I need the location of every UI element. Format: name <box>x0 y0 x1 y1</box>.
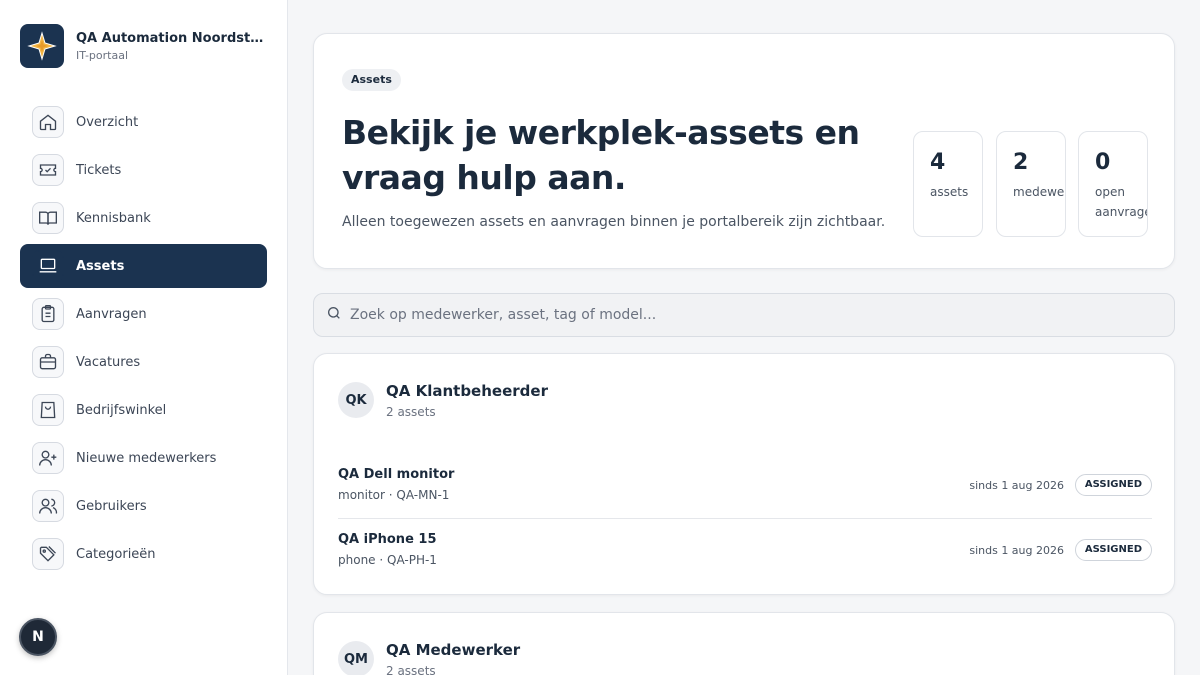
brand-title: QA Automation Noordster T... <box>76 30 272 46</box>
sidebar-item-label: Bedrijfswinkel <box>76 402 167 418</box>
avatar: QK <box>338 382 374 418</box>
sidebar-item-categorieen[interactable]: Categorieën <box>20 532 267 576</box>
home-icon <box>32 106 64 138</box>
stat-open-aanvragen: 0 open aanvragen <box>1078 131 1148 237</box>
sidebar-item-label: Kennisbank <box>76 210 151 226</box>
stat-value: 0 <box>1095 150 1111 175</box>
sidebar-item-label: Gebruikers <box>76 498 147 514</box>
user-plus-icon <box>32 442 64 474</box>
sidebar-item-bedrijfswinkel[interactable]: Bedrijfswinkel <box>20 388 267 432</box>
stat-value: 2 <box>1013 150 1029 175</box>
employee-group-card: QK QA Klantbeheerder 2 assets QA Dell mo… <box>313 353 1175 595</box>
book-icon <box>32 202 64 234</box>
compass-star-icon <box>20 24 64 68</box>
sidebar-item-nieuwe-medewerkers[interactable]: Nieuwe medewerkers <box>20 436 267 480</box>
sidebar: QA Automation Noordster T... IT-portaal … <box>0 0 288 675</box>
users-icon <box>32 490 64 522</box>
brand[interactable]: QA Automation Noordster T... IT-portaal <box>20 24 272 68</box>
sidebar-item-label: Categorieën <box>76 546 156 562</box>
clipboard-list-icon <box>32 298 64 330</box>
sidebar-item-label: Aanvragen <box>76 306 147 322</box>
asset-row[interactable]: QA iPhone 15 phone · QA-PH-1 sinds 1 aug… <box>338 520 1152 584</box>
sidebar-nav: Overzicht Tickets Kennisbank Assets Aanv… <box>20 100 267 580</box>
stat-label: assets <box>930 185 969 199</box>
search-bar[interactable] <box>313 293 1175 337</box>
sidebar-item-aanvragen[interactable]: Aanvragen <box>20 292 267 336</box>
employee-name: QA Medewerker <box>386 641 521 659</box>
stat-label: open aanvragen <box>1095 185 1147 219</box>
stat-assets: 4 assets <box>913 131 983 237</box>
sidebar-item-label: Tickets <box>76 162 122 178</box>
shopping-bag-icon <box>32 394 64 426</box>
search-icon <box>326 305 342 325</box>
stat-medewerkers: 2 medewerkers <box>996 131 1066 237</box>
asset-name: QA Dell monitor <box>338 467 455 482</box>
avatar: QM <box>338 641 374 675</box>
sidebar-item-kennisbank[interactable]: Kennisbank <box>20 196 267 240</box>
sidebar-item-label: Assets <box>76 258 125 274</box>
status-badge: ASSIGNED <box>1074 474 1152 496</box>
asset-name: QA iPhone 15 <box>338 532 437 547</box>
laptop-icon <box>32 250 64 282</box>
user-avatar[interactable]: N <box>19 618 57 656</box>
stat-label: medewerkers <box>1013 185 1065 199</box>
page-title: Bekijk je werkplek-assets en vraag hulp … <box>342 113 860 197</box>
section-badge: Assets <box>342 69 401 91</box>
sidebar-item-label: Overzicht <box>76 114 139 130</box>
sidebar-item-assets[interactable]: Assets <box>20 244 267 288</box>
ticket-check-icon <box>32 154 64 186</box>
asset-meta: monitor · QA-MN-1 <box>338 488 450 502</box>
sidebar-item-label: Vacatures <box>76 354 141 370</box>
asset-count: 2 assets <box>386 405 436 419</box>
asset-since: sinds 1 aug 2026 <box>969 544 1064 557</box>
briefcase-icon <box>32 346 64 378</box>
sidebar-item-label: Nieuwe medewerkers <box>76 450 217 466</box>
asset-row[interactable]: QA Dell monitor monitor · QA-MN-1 sinds … <box>338 455 1152 519</box>
brand-subtitle: IT-portaal <box>76 48 129 62</box>
sidebar-item-tickets[interactable]: Tickets <box>20 148 267 192</box>
sidebar-item-gebruikers[interactable]: Gebruikers <box>20 484 267 528</box>
sidebar-item-vacatures[interactable]: Vacatures <box>20 340 267 384</box>
asset-meta: phone · QA-PH-1 <box>338 553 437 567</box>
employee-name: QA Klantbeheerder <box>386 382 548 400</box>
status-badge: ASSIGNED <box>1074 539 1152 561</box>
search-input[interactable] <box>350 307 1150 323</box>
stat-value: 4 <box>930 150 946 175</box>
tags-icon <box>32 538 64 570</box>
asset-since: sinds 1 aug 2026 <box>969 479 1064 492</box>
asset-count: 2 assets <box>386 664 436 675</box>
page-description: Alleen toegewezen assets en aanvragen bi… <box>342 214 886 230</box>
sidebar-item-overzicht[interactable]: Overzicht <box>20 100 267 144</box>
employee-group-card: QM QA Medewerker 2 assets <box>313 612 1175 675</box>
hero-card: Assets Bekijk je werkplek-assets en vraa… <box>313 33 1175 269</box>
